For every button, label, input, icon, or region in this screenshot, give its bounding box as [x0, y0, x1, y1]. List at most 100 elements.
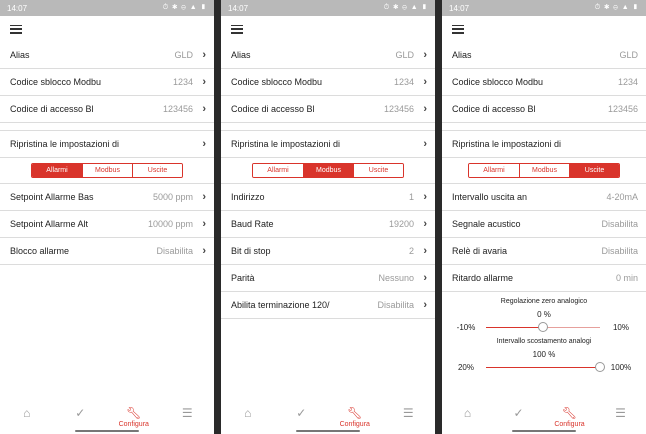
status-icons: ⏱ ✱ ⊖ ▲ ▮: [162, 4, 207, 11]
status-time: 14:07: [228, 3, 249, 13]
setting-label: Setpoint Allarme Alt: [10, 219, 89, 229]
intervallo-uscita-row[interactable]: Intervallo uscita an 4-20mA: [442, 184, 646, 211]
ripristina-row[interactable]: Ripristina le impostazioni di: [442, 131, 646, 158]
menu-icon[interactable]: [10, 24, 22, 34]
slider-zero-value: 0 %: [537, 310, 551, 319]
segnale-acustico-row[interactable]: Segnale acustico Disabilita: [442, 211, 646, 238]
home-icon[interactable]: ⌂: [230, 406, 266, 420]
tab-allarmi[interactable]: Allarmi: [32, 164, 82, 177]
setting-value: 1: [408, 192, 414, 202]
status-bar: 14:07 ⏱ ✱ ⊖ ▲ ▮: [0, 0, 214, 16]
baud-rate-row[interactable]: Baud Rate 19200 ›: [221, 211, 435, 238]
blocco-allarme-row[interactable]: Blocco allarme Disabilita ›: [0, 238, 214, 265]
nav-configura[interactable]: 🔧︎ Configura: [552, 406, 588, 428]
chevron-right-icon: ›: [423, 138, 427, 150]
ritardo-allarme-row[interactable]: Ritardo allarme 0 min: [442, 265, 646, 292]
list-icon[interactable]: ☰: [390, 406, 426, 420]
parita-row[interactable]: Parità Nessuno ›: [221, 265, 435, 292]
codice-modbus-row[interactable]: Codice sblocco Modbu 1234 ›: [0, 69, 214, 96]
nav-configura[interactable]: 🔧︎ Configura: [337, 406, 373, 428]
status-bar: 14:07 ⏱ ✱ ⊖ ▲ ▮: [221, 0, 435, 16]
ripristina-row[interactable]: Ripristina le impostazioni di ›: [0, 131, 214, 158]
bit-di-stop-row[interactable]: Bit di stop 2 ›: [221, 238, 435, 265]
codice-modbus-label: Codice sblocco Modbu: [452, 77, 544, 87]
setting-value: Disabilita: [156, 246, 193, 256]
check-icon[interactable]: ✓: [501, 406, 537, 420]
setting-label: Baud Rate: [231, 219, 274, 229]
setpoint-alto-row[interactable]: Setpoint Allarme Alt 10000 ppm ›: [0, 211, 214, 238]
home-icon[interactable]: ⌂: [450, 406, 486, 420]
alias-label: Alias: [10, 50, 30, 60]
codice-modbus-value: 1234: [172, 77, 193, 87]
codice-accesso-row[interactable]: Codice di accesso Bl 123456 ›: [0, 96, 214, 123]
slider-span-thumb[interactable]: [595, 362, 605, 372]
alias-row[interactable]: Alias GLD ›: [221, 42, 435, 69]
screen-modbus: 14:07 ⏱ ✱ ⊖ ▲ ▮ Alias GLD › Codice sbloc…: [221, 0, 435, 434]
slider-zero-thumb[interactable]: [538, 322, 548, 332]
tab-allarmi[interactable]: Allarmi: [253, 164, 303, 177]
divider: [221, 123, 435, 131]
ripristina-row[interactable]: Ripristina le impostazioni di ›: [221, 131, 435, 158]
tab-modbus[interactable]: Modbus: [82, 164, 132, 177]
check-icon[interactable]: ✓: [283, 406, 319, 420]
menu-icon[interactable]: [231, 24, 243, 34]
setting-label: Relè di avaria: [452, 246, 508, 256]
codice-modbus-row[interactable]: Codice sblocco Modbu 1234 ›: [221, 69, 435, 96]
codice-modbus-label: Codice sblocco Modbu: [10, 77, 102, 87]
menu-icon[interactable]: [452, 24, 464, 34]
alias-row[interactable]: Alias GLD ›: [0, 42, 214, 69]
setting-value: 19200: [388, 219, 414, 229]
slider-span-max: 100%: [610, 363, 632, 372]
home-indicator: [75, 430, 139, 432]
codice-accesso-row[interactable]: Codice di accesso Bl 123456 ›: [221, 96, 435, 123]
setting-label: Setpoint Allarme Bas: [10, 192, 94, 202]
tab-uscite[interactable]: Uscite: [132, 164, 182, 177]
tab-uscite[interactable]: Uscite: [353, 164, 403, 177]
divider: [0, 123, 214, 131]
bottom-nav: ⌂ ✓ 🔧︎ Configura ☰: [442, 398, 646, 434]
slider-zero-min: -10%: [456, 323, 476, 332]
bottom-nav: ⌂ ✓ 🔧︎ Configura ☰: [221, 398, 435, 434]
setting-label: Blocco allarme: [10, 246, 70, 256]
indirizzo-row[interactable]: Indirizzo 1 ›: [221, 184, 435, 211]
wrench-icon: 🔧︎: [347, 406, 363, 420]
chevron-right-icon: ›: [202, 76, 206, 88]
chevron-right-icon: ›: [423, 218, 427, 230]
nav-configura[interactable]: 🔧︎ Configura: [116, 406, 152, 428]
list-icon[interactable]: ☰: [169, 406, 205, 420]
setpoint-basso-row[interactable]: Setpoint Allarme Bas 5000 ppm ›: [0, 184, 214, 211]
tab-allarmi[interactable]: Allarmi: [469, 164, 519, 177]
list-icon[interactable]: ☰: [603, 406, 639, 420]
codice-accesso-label: Codice di accesso Bl: [10, 104, 94, 114]
slider-span-title: Intervallo scostamento analogi: [496, 338, 592, 345]
rele-avaria-row[interactable]: Relè di avaria Disabilita: [442, 238, 646, 265]
slider-span-value: 100 %: [532, 350, 556, 359]
setting-value: 4-20mA: [606, 192, 638, 202]
alias-value: GLD: [619, 50, 638, 60]
tab-modbus[interactable]: Modbus: [519, 164, 569, 177]
ripristina-label: Ripristina le impostazioni di: [452, 139, 562, 149]
check-icon[interactable]: ✓: [62, 406, 98, 420]
tab-uscite[interactable]: Uscite: [569, 164, 619, 177]
terminazione-row[interactable]: Abilita terminazione 120/ Disabilita ›: [221, 292, 435, 319]
setting-label: Abilita terminazione 120/: [231, 300, 330, 310]
chevron-right-icon: ›: [423, 103, 427, 115]
chevron-right-icon: ›: [202, 49, 206, 61]
codice-accesso-label: Codice di accesso Bl: [231, 104, 315, 114]
status-time: 14:07: [449, 3, 470, 13]
setting-value: Disabilita: [601, 246, 638, 256]
home-icon[interactable]: ⌂: [9, 406, 45, 420]
bottom-nav: ⌂ ✓ 🔧︎ Configura ☰: [0, 398, 214, 434]
setting-value: 5000 ppm: [152, 192, 193, 202]
slider-span-track[interactable]: [486, 362, 605, 372]
app-bar: [442, 16, 646, 42]
chevron-right-icon: ›: [423, 272, 427, 284]
home-indicator: [512, 430, 576, 432]
tab-bar: Allarmi Modbus Uscite: [0, 158, 214, 184]
slider-zero-track[interactable]: [486, 322, 600, 332]
screen-allarmi: 14:07 ⏱ ✱ ⊖ ▲ ▮ Alias GLD › Codice sbloc…: [0, 0, 214, 434]
slider-zero-section: Regolazione zero analogico 0 % -10% 10%: [442, 298, 646, 332]
chevron-right-icon: ›: [202, 245, 206, 257]
tab-modbus[interactable]: Modbus: [303, 164, 353, 177]
setting-label: Bit di stop: [231, 246, 271, 256]
